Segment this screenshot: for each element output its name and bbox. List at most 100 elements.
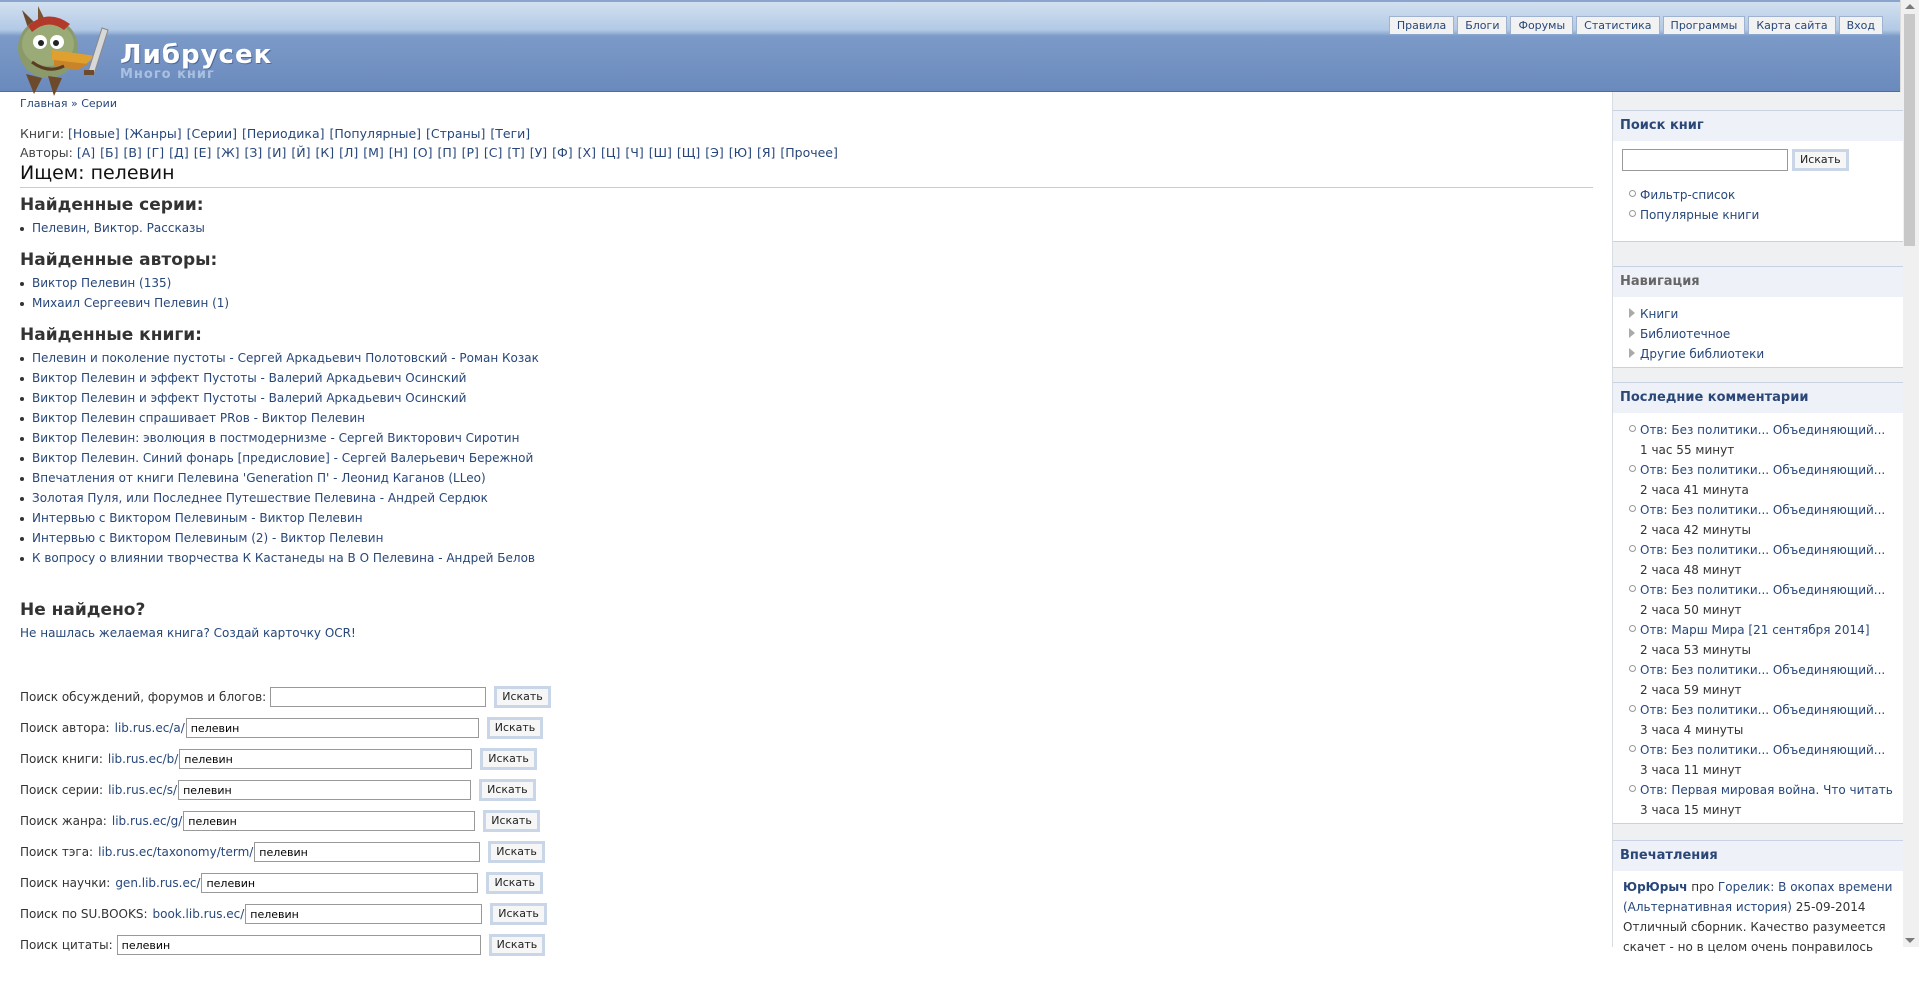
scroll-up-icon[interactable] (1905, 4, 1915, 9)
books-category-link[interactable]: [Серии] (187, 126, 237, 141)
book-item-link[interactable]: Виктор Пелевин и эффект Пустоты - Валери… (32, 391, 466, 405)
author-letter-link[interactable]: [М] (363, 145, 384, 160)
comment-link[interactable]: Отв: Без политики... Объединяющий... (1640, 660, 1903, 680)
navigation-link[interactable]: Книги (1640, 307, 1678, 321)
search-form-input[interactable] (201, 873, 479, 893)
topnav-tab[interactable]: Статистика (1576, 16, 1660, 34)
author-letter-link[interactable]: [Я] (757, 145, 775, 160)
comment-link[interactable]: Отв: Без политики... Объединяющий... (1640, 460, 1903, 480)
impression-user-link[interactable]: ЮрЮрыч (1623, 880, 1687, 894)
create-ocr-card-link[interactable]: Не нашлась желаемая книга? Создай карточ… (20, 626, 356, 640)
topnav-tab[interactable]: Правила (1388, 16, 1455, 34)
search-form-host-link[interactable]: book.lib.rus.ec/ (152, 907, 244, 921)
search-form-button[interactable]: Искать (480, 748, 537, 770)
author-letter-link[interactable]: [Д] (169, 145, 189, 160)
books-category-link[interactable]: [Страны] (426, 126, 485, 141)
search-form-input[interactable] (178, 780, 472, 800)
search-form-input[interactable] (254, 842, 481, 862)
search-form-button[interactable]: Искать (486, 872, 544, 894)
author-item-link[interactable]: Михаил Сергеевич Пелевин (1) (32, 296, 229, 310)
search-form-button[interactable]: Искать (483, 810, 540, 832)
author-letter-link[interactable]: [Ш] (649, 145, 672, 160)
author-letter-link[interactable]: [Э] (705, 145, 723, 160)
book-item-link[interactable]: Виктор Пелевин спрашивает PRов - Виктор … (32, 411, 365, 425)
comment-link[interactable]: Отв: Без политики... Объединяющий... (1640, 700, 1903, 720)
navigation-link[interactable]: Другие библиотеки (1640, 347, 1764, 361)
series-item-link[interactable]: Пелевин, Виктор. Рассказы (32, 221, 205, 235)
books-category-link[interactable]: [Теги] (490, 126, 530, 141)
author-item-link[interactable]: Виктор Пелевин (135) (32, 276, 171, 290)
author-letter-link[interactable]: [Ф] (552, 145, 573, 160)
author-letter-link[interactable]: [Г] (147, 145, 164, 160)
book-item-link[interactable]: Виктор Пелевин и эффект Пустоты - Валери… (32, 371, 466, 385)
search-form-input[interactable] (245, 904, 483, 924)
breadcrumb-link[interactable]: Главная » Серии (20, 97, 117, 110)
comment-link[interactable]: Отв: Без политики... Объединяющий... (1640, 500, 1903, 520)
navigation-link[interactable]: Библиотечное (1640, 327, 1730, 341)
author-letter-link[interactable]: [Ю] (729, 145, 752, 160)
author-letter-link[interactable]: [К] (315, 145, 334, 160)
site-name[interactable]: Либрусек (120, 40, 272, 70)
comment-link[interactable]: Отв: Без политики... Объединяющий... (1640, 420, 1903, 440)
search-form-button[interactable]: Искать (486, 717, 544, 739)
books-category-link[interactable]: [Популярные] (329, 126, 421, 141)
author-letter-link[interactable]: [А] (77, 145, 95, 160)
search-form-button[interactable]: Искать (479, 779, 536, 801)
books-category-link[interactable]: [Новые] (68, 126, 120, 141)
book-item-link[interactable]: Интервью с Виктором Пелевиным (2) - Викт… (32, 531, 383, 545)
sidebar-search-link[interactable]: Популярные книги (1640, 208, 1759, 222)
author-letter-link[interactable]: [Ц] (601, 145, 620, 160)
search-form-host-link[interactable]: gen.lib.rus.ec/ (115, 876, 200, 890)
books-category-link[interactable]: [Жанры] (125, 126, 182, 141)
book-item-link[interactable]: Виктор Пелевин. Синий фонарь [предислови… (32, 451, 533, 465)
search-form-button[interactable]: Искать (488, 841, 545, 863)
author-letter-link[interactable]: [О] (413, 145, 433, 160)
search-form-host-link[interactable]: lib.rus.ec/b/ (108, 752, 178, 766)
author-letter-link[interactable]: [У] (530, 145, 547, 160)
search-form-button[interactable]: Искать (494, 686, 551, 708)
search-form-host-link[interactable]: lib.rus.ec/a/ (115, 721, 185, 735)
search-form-input[interactable] (116, 935, 481, 955)
book-item-link[interactable]: Золотая Пуля, или Последнее Путешествие … (32, 491, 488, 505)
search-form-host-link[interactable]: lib.rus.ec/s/ (108, 783, 177, 797)
scroll-down-icon[interactable] (1905, 938, 1915, 943)
book-search-input[interactable] (1622, 149, 1788, 171)
author-letter-link[interactable]: [Е] (194, 145, 212, 160)
author-letter-link[interactable]: [В] (123, 145, 141, 160)
author-letter-link[interactable]: [Ж] (216, 145, 239, 160)
author-letter-link[interactable]: [Л] (339, 145, 358, 160)
comment-link[interactable]: Отв: Без политики... Объединяющий... (1640, 540, 1903, 560)
author-letter-link[interactable]: [С] (484, 145, 502, 160)
sidebar-search-link[interactable]: Фильтр-список (1640, 188, 1735, 202)
search-form-host-link[interactable]: lib.rus.ec/g/ (112, 814, 182, 828)
search-form-button[interactable]: Искать (490, 903, 547, 925)
comment-link[interactable]: Отв: Без политики... Объединяющий... (1640, 740, 1903, 760)
author-letter-link[interactable]: [Н] (389, 145, 408, 160)
author-letter-link[interactable]: [Щ] (677, 145, 700, 160)
author-letter-link[interactable]: [Й] (291, 145, 310, 160)
author-letter-link[interactable]: [П] (438, 145, 457, 160)
comment-link[interactable]: Отв: Без политики... Объединяющий... (1640, 580, 1903, 600)
author-letter-link[interactable]: [Т] (507, 145, 524, 160)
topnav-tab[interactable]: Вход (1838, 16, 1883, 34)
topnav-tab[interactable]: Блоги (1457, 16, 1508, 34)
search-form-button[interactable]: Искать (488, 934, 546, 956)
comment-link[interactable]: Отв: Марш Мира [21 сентября 2014] (1640, 620, 1903, 640)
book-item-link[interactable]: К вопросу о влиянии творчества К Кастане… (32, 551, 535, 565)
author-letter-link[interactable]: [Р] (462, 145, 479, 160)
book-item-link[interactable]: Виктор Пелевин: эволюция в постмодернизм… (32, 431, 519, 445)
logo-icon[interactable] (8, 4, 116, 96)
books-category-link[interactable]: [Периодика] (242, 126, 325, 141)
book-item-link[interactable]: Пелевин и поколение пустоты - Сергей Арк… (32, 351, 539, 365)
author-letter-link[interactable]: [И] (267, 145, 286, 160)
book-item-link[interactable]: Впечатления от книги Пелевина 'Generatio… (32, 471, 486, 485)
search-form-input[interactable] (179, 749, 473, 769)
scrollbar-thumb[interactable] (1904, 14, 1915, 246)
search-form-input[interactable] (185, 718, 479, 738)
author-letter-link[interactable]: [Ч] (625, 145, 643, 160)
search-form-input[interactable] (183, 811, 476, 831)
topnav-tab[interactable]: Карта сайта (1748, 16, 1836, 34)
book-search-button[interactable]: Искать (1792, 149, 1849, 171)
topnav-tab[interactable]: Форумы (1510, 16, 1574, 34)
comment-link[interactable]: Отв: Первая мировая война. Что читать (1640, 780, 1903, 800)
